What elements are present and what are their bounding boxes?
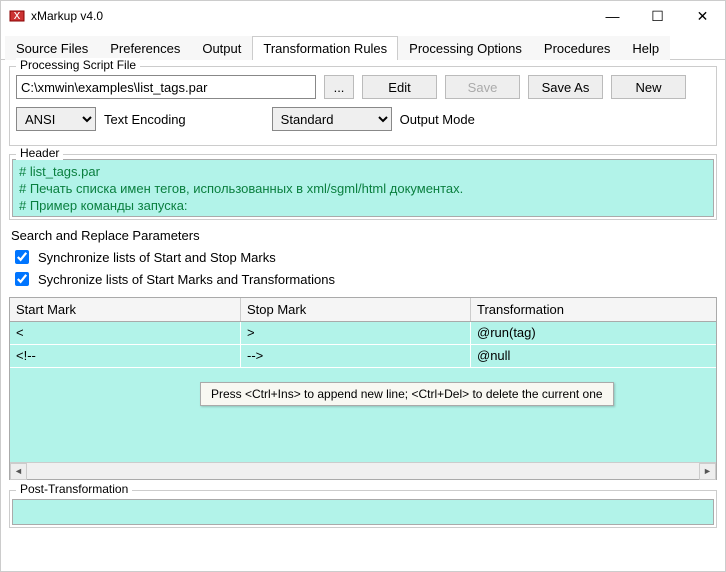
close-button[interactable]: ✕ <box>680 1 725 31</box>
tab-bar: Source FilesPreferencesOutputTransformat… <box>1 31 725 60</box>
horizontal-scrollbar[interactable]: ◄ ► <box>10 462 716 479</box>
checkbox-icon[interactable] <box>15 272 29 286</box>
tab-transformation-rules[interactable]: Transformation Rules <box>252 36 398 60</box>
post-transform-textarea[interactable] <box>12 499 714 525</box>
checkbox-icon[interactable] <box>15 250 29 264</box>
column-header[interactable]: Stop Mark <box>241 298 471 321</box>
tab-source-files[interactable]: Source Files <box>5 36 99 60</box>
post-transform-group: Post-Transformation <box>9 490 717 528</box>
table-tooltip: Press <Ctrl+Ins> to append new line; <Ct… <box>200 382 614 406</box>
table-row[interactable]: <>@run(tag) <box>10 322 716 345</box>
window-controls: — ☐ ✕ <box>590 1 725 31</box>
table-cell[interactable]: > <box>241 322 471 344</box>
tab-processing-options[interactable]: Processing Options <box>398 36 533 60</box>
header-textarea[interactable]: # list_tags.par# Печать списка имен тего… <box>12 159 714 217</box>
tab-preferences[interactable]: Preferences <box>99 36 191 60</box>
tab-output[interactable]: Output <box>191 36 252 60</box>
column-header[interactable]: Transformation <box>471 298 716 321</box>
tab-procedures[interactable]: Procedures <box>533 36 621 60</box>
table-cell[interactable]: @null <box>471 345 716 367</box>
search-params-label: Search and Replace Parameters <box>11 228 717 243</box>
header-legend: Header <box>16 146 63 160</box>
save-button[interactable]: Save <box>445 75 520 99</box>
header-group: Header # list_tags.par# Печать списка им… <box>9 154 717 220</box>
tab-content: Processing Script File ... Edit Save Sav… <box>1 60 725 542</box>
table-cell[interactable]: < <box>10 322 241 344</box>
sync-start-trans-checkbox[interactable]: Sychronize lists of Start Marks and Tran… <box>11 269 717 289</box>
column-header[interactable]: Start Mark <box>10 298 241 321</box>
script-file-legend: Processing Script File <box>16 58 140 72</box>
table-cell[interactable]: <!-- <box>10 345 241 367</box>
table-cell[interactable]: --> <box>241 345 471 367</box>
tab-help[interactable]: Help <box>621 36 670 60</box>
encoding-select[interactable]: ANSI <box>16 107 96 131</box>
minimize-button[interactable]: — <box>590 1 635 31</box>
script-path-input[interactable] <box>16 75 316 99</box>
header-line: # list_tags.par <box>19 164 707 181</box>
save-as-button[interactable]: Save As <box>528 75 603 99</box>
browse-button[interactable]: ... <box>324 75 354 99</box>
output-mode-label: Output Mode <box>400 112 475 127</box>
scroll-left-icon[interactable]: ◄ <box>10 463 27 480</box>
sync-start-stop-checkbox[interactable]: Synchronize lists of Start and Stop Mark… <box>11 247 717 267</box>
maximize-button[interactable]: ☐ <box>635 1 680 31</box>
svg-text:x: x <box>14 8 21 22</box>
table-cell[interactable]: @run(tag) <box>471 322 716 344</box>
marks-table: Start MarkStop MarkTransformation <>@run… <box>9 297 717 480</box>
table-body[interactable]: <>@run(tag)<!---->@null Press <Ctrl+Ins>… <box>10 322 716 462</box>
window-title: xMarkup v4.0 <box>31 9 590 23</box>
edit-button[interactable]: Edit <box>362 75 437 99</box>
output-mode-select[interactable]: Standard <box>272 107 392 131</box>
header-line: # Пример команды запуска: <box>19 198 707 215</box>
scroll-right-icon[interactable]: ► <box>699 463 716 480</box>
header-line: # Печать списка имен тегов, использованн… <box>19 181 707 198</box>
titlebar: x xMarkup v4.0 — ☐ ✕ <box>1 1 725 31</box>
new-button[interactable]: New <box>611 75 686 99</box>
script-file-group: Processing Script File ... Edit Save Sav… <box>9 66 717 146</box>
table-row[interactable]: <!---->@null <box>10 345 716 368</box>
table-header: Start MarkStop MarkTransformation <box>10 298 716 322</box>
encoding-label: Text Encoding <box>104 112 186 127</box>
post-transform-legend: Post-Transformation <box>16 482 132 496</box>
app-icon: x <box>9 8 25 24</box>
